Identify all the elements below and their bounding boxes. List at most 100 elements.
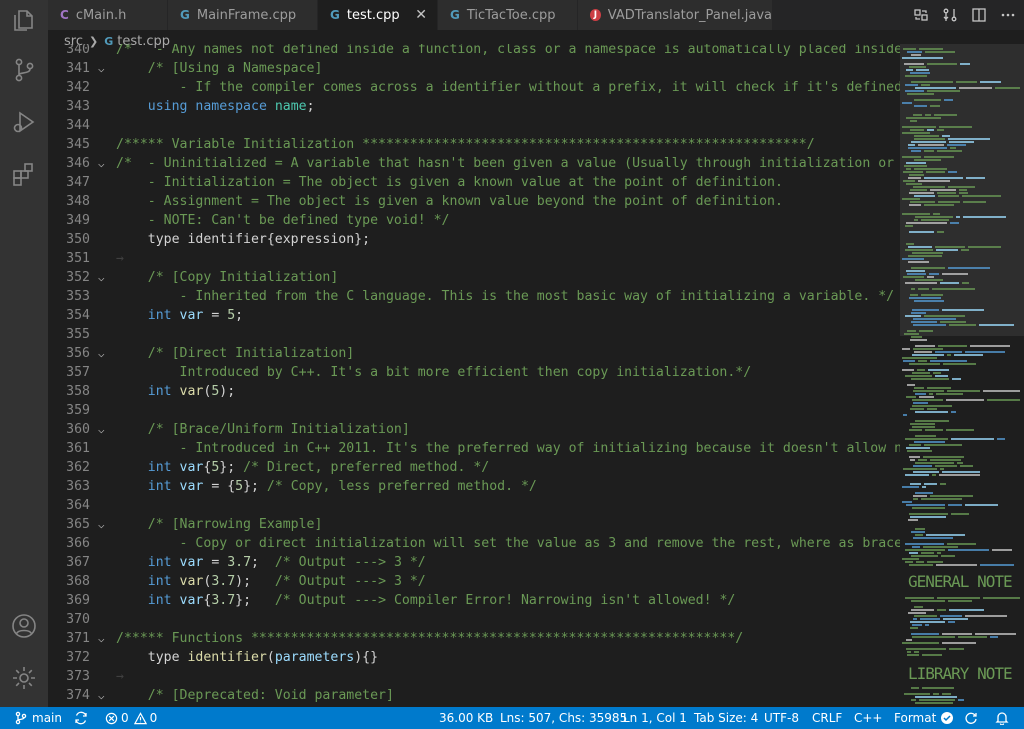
split-editor-icon[interactable] <box>966 4 992 26</box>
fold-chevron-icon[interactable]: ⌵ <box>98 268 110 287</box>
minimap-code-mark <box>913 471 939 473</box>
code-line[interactable]: 346 ⌵ /* - Uninitialized = A variable that… <box>48 154 900 173</box>
code-line[interactable]: 347 - Initialization = The object is giv… <box>48 173 900 192</box>
code-line[interactable]: 356 ⌵ /* [Direct Initialization] <box>48 344 900 363</box>
code-line[interactable]: 343 using namespace name; <box>48 97 900 116</box>
minimap-code-mark <box>905 597 934 599</box>
fold-chevron-icon[interactable]: ⌵ <box>98 344 110 363</box>
code-line[interactable]: 374 ⌵ /* [Deprecated: Void parameter] <box>48 686 900 705</box>
sync-icon[interactable] <box>74 707 88 729</box>
minimap-code-mark <box>966 177 985 179</box>
code-line[interactable]: 353 - Inherited from the C language. Thi… <box>48 287 900 306</box>
code-line[interactable]: 358 int var(5); <box>48 382 900 401</box>
code-line[interactable]: 345 /***** Variable Initialization ******… <box>48 135 900 154</box>
run-debug-icon[interactable] <box>10 108 38 136</box>
branch-status[interactable]: main <box>14 707 62 729</box>
problems-status[interactable]: 0 0 <box>105 707 157 729</box>
code-line[interactable]: 373 → <box>48 667 900 686</box>
minimap-code-mark <box>911 633 939 635</box>
code-editor[interactable]: 340 /* - Any names not defined inside a f… <box>48 44 900 707</box>
code-line[interactable]: 351 → <box>48 249 900 268</box>
fold-chevron-icon[interactable]: ⌵ <box>98 420 110 439</box>
close-tab-icon[interactable]: ✕ <box>415 7 427 23</box>
code-line[interactable]: 368 int var(3.7); /* Output ---> 3 */ <box>48 572 900 591</box>
minimap-code-mark <box>930 189 956 191</box>
code-line[interactable]: 344 <box>48 116 900 135</box>
code-line[interactable]: 355 <box>48 325 900 344</box>
tab-cmain-h[interactable]: C cMain.h <box>48 0 168 30</box>
notifications-bell-icon[interactable] <box>995 707 1009 729</box>
code-line[interactable]: 352 ⌵ /* [Copy Initialization] <box>48 268 900 287</box>
extensions-icon[interactable] <box>10 160 38 188</box>
line-number: 362 <box>66 460 90 475</box>
code-line[interactable]: 371 ⌵ /***** Functions *******************… <box>48 629 900 648</box>
code-line[interactable]: 342 - If the compiler comes across a ide… <box>48 78 900 97</box>
minimap-code-mark <box>927 276 934 278</box>
code-line[interactable]: 340 /* - Any names not defined inside a f… <box>48 44 900 59</box>
code-line[interactable]: 348 - Assignment = The object is given a… <box>48 192 900 211</box>
settings-gear-icon[interactable] <box>10 664 38 692</box>
encoding[interactable]: UTF-8 <box>764 707 799 729</box>
open-changes-icon[interactable] <box>908 4 934 26</box>
format-status[interactable]: Format <box>894 707 954 729</box>
code-line[interactable]: 350 type identifier{expression}; <box>48 230 900 249</box>
minimap-code-mark <box>925 429 943 431</box>
code-line[interactable]: 363 int var = {5}; /* Copy, less preferr… <box>48 477 900 496</box>
code-line[interactable]: 366 - Copy or direct initialization will… <box>48 534 900 553</box>
code-line[interactable]: 362 int var{5}; /* Direct, preferred met… <box>48 458 900 477</box>
code-line[interactable]: 369 int var{3.7}; /* Output ---> Compile… <box>48 591 900 610</box>
code-line[interactable]: 359 <box>48 401 900 420</box>
minimap-code-mark <box>911 81 953 83</box>
code-line[interactable]: 357 Introduced by C++. It's a bit more e… <box>48 363 900 382</box>
compare-icon[interactable] <box>937 4 963 26</box>
code-token: = <box>203 555 228 570</box>
line-number: 341 <box>66 61 90 76</box>
java-file-icon: J <box>590 9 601 21</box>
tab-test-cpp[interactable]: G test.cpp ✕ <box>318 0 438 30</box>
code-token: 3.7 <box>211 593 236 608</box>
code-line[interactable]: 360 ⌵ /* [Brace/Uniform Initialization] <box>48 420 900 439</box>
minimap-code-mark <box>909 66 926 68</box>
tab-size[interactable]: Tab Size: 4 <box>694 707 758 729</box>
fold-chevron-icon[interactable]: ⌵ <box>98 154 110 173</box>
explorer-icon[interactable] <box>10 6 38 34</box>
cpp-file-icon: G <box>450 8 460 22</box>
code-text: /* [Copy Initialization] <box>116 268 339 287</box>
cursor-position[interactable]: Ln 1, Col 1 <box>623 707 687 729</box>
more-actions-icon[interactable] <box>995 4 1021 26</box>
source-control-icon[interactable] <box>10 56 38 84</box>
git-branch-icon <box>15 711 27 725</box>
tab-tictactoe-cpp[interactable]: G TicTacToe.cpp <box>438 0 578 30</box>
fold-chevron-icon[interactable]: ⌵ <box>98 629 110 648</box>
code-line[interactable]: 372 type identifier(parameters){} <box>48 648 900 667</box>
fold-chevron-icon[interactable]: ⌵ <box>98 59 110 78</box>
end-of-line[interactable]: CRLF <box>812 707 842 729</box>
code-line[interactable]: 349 - NOTE: Can't be defined type void! … <box>48 211 900 230</box>
minimap-code-mark <box>937 231 944 233</box>
minimap-code-mark <box>906 396 916 398</box>
code-line[interactable]: 361 - Introduced in C++ 2011. It's the p… <box>48 439 900 458</box>
code-line[interactable]: 354 int var = 5; <box>48 306 900 325</box>
code-line[interactable]: 367 int var = 3.7; /* Output ---> 3 */ <box>48 553 900 572</box>
line-number: 366 <box>66 536 90 551</box>
minimap-code-mark <box>913 114 922 116</box>
account-icon[interactable] <box>10 612 38 640</box>
minimap-code-mark <box>906 222 947 224</box>
code-line[interactable]: 365 ⌵ /* [Narrowing Example] <box>48 515 900 534</box>
language-mode[interactable]: C++ <box>854 707 883 729</box>
code-text: /***** Functions ***********************… <box>116 629 743 648</box>
code-line[interactable]: 370 <box>48 610 900 629</box>
code-line[interactable]: 341 ⌵ /* [Using a Namespace] <box>48 59 900 78</box>
minimap-code-mark <box>904 693 930 695</box>
tab-mainframe-cpp[interactable]: G MainFrame.cpp <box>168 0 318 30</box>
code-line[interactable]: 364 <box>48 496 900 515</box>
tab-vadtranslator-java[interactable]: J VADTranslator_Panel.java <box>578 0 773 30</box>
minimap-code-mark <box>965 351 1005 353</box>
live-share-icon[interactable] <box>964 707 978 729</box>
minimap-code-mark <box>914 615 937 617</box>
fold-chevron-icon[interactable]: ⌵ <box>98 686 110 705</box>
fold-chevron-icon[interactable]: ⌵ <box>98 515 110 534</box>
minimap[interactable]: GENERAL NOTE LIBRARY NOTE <box>900 44 1024 707</box>
